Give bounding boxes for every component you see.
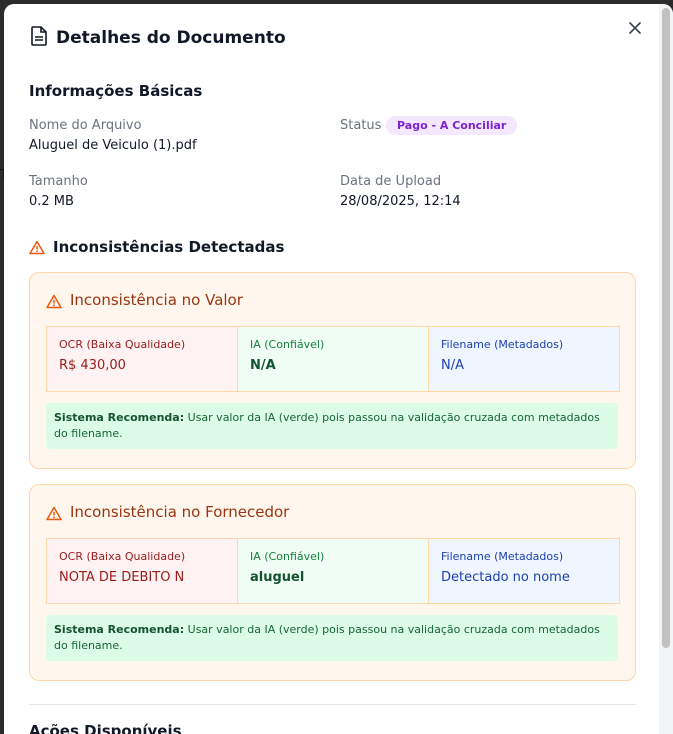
recommendation-prefix: Sistema Recomenda: bbox=[54, 623, 185, 636]
filename-cell[interactable]: Filename (Metadados) Detectado no nome bbox=[429, 539, 619, 603]
modal-title: Detalhes do Documento bbox=[56, 28, 286, 48]
filename-meta-label: Filename (Metadados) bbox=[441, 550, 564, 563]
modal-header: Detalhes do Documento bbox=[30, 26, 286, 50]
status-badge: Pago - A Conciliar bbox=[386, 116, 518, 135]
ocr-cell[interactable]: OCR (Baixa Qualidade) R$ 430,00 bbox=[47, 327, 238, 391]
close-icon[interactable] bbox=[628, 21, 642, 35]
ia-cell[interactable]: IA (Confiável) N/A bbox=[238, 327, 429, 391]
ia-cell[interactable]: IA (Confiável) aluguel bbox=[238, 539, 429, 603]
ia-label: IA (Confiável) bbox=[250, 338, 325, 351]
ia-value: N/A bbox=[250, 358, 276, 373]
status-label: Status bbox=[340, 118, 382, 133]
ia-label: IA (Confiável) bbox=[250, 550, 325, 563]
warning-icon bbox=[46, 506, 62, 525]
inconsistency-card-supplier: Inconsistência no Fornecedor OCR (Baixa … bbox=[29, 484, 636, 681]
basic-info-title: Informações Básicas bbox=[29, 82, 203, 100]
actions-title: Ações Disponíveis bbox=[29, 722, 182, 734]
filename-meta-value: Detectado no nome bbox=[441, 570, 570, 585]
close-button[interactable] bbox=[628, 20, 644, 36]
system-recommendation: Sistema Recomenda: Usar valor da IA (ver… bbox=[46, 615, 618, 661]
recommendation-prefix: Sistema Recomenda: bbox=[54, 411, 185, 424]
scrollbar[interactable] bbox=[659, 4, 673, 734]
upload-date-label: Data de Upload bbox=[340, 174, 442, 189]
filename-meta-value: N/A bbox=[441, 358, 464, 373]
section-divider bbox=[29, 704, 636, 705]
ocr-cell[interactable]: OCR (Baixa Qualidade) NOTA DE DEBITO N bbox=[47, 539, 238, 603]
ocr-value: R$ 430,00 bbox=[59, 358, 126, 373]
inconsistency-title: Inconsistência no Fornecedor bbox=[70, 503, 290, 521]
inconsistency-title: Inconsistência no Valor bbox=[70, 291, 243, 309]
comparison-grid: OCR (Baixa Qualidade) R$ 430,00 IA (Conf… bbox=[46, 326, 620, 392]
upload-date-value: 28/08/2025, 12:14 bbox=[340, 194, 461, 209]
ocr-label: OCR (Baixa Qualidade) bbox=[59, 338, 186, 351]
system-recommendation: Sistema Recomenda: Usar valor da IA (ver… bbox=[46, 403, 618, 449]
size-value: 0.2 MB bbox=[29, 194, 74, 209]
inconsistency-card-value: Inconsistência no Valor OCR (Baixa Quali… bbox=[29, 272, 636, 469]
ia-value: aluguel bbox=[250, 570, 305, 585]
inconsistencies-title: Inconsistências Detectadas bbox=[53, 238, 285, 256]
warning-icon bbox=[46, 294, 62, 313]
document-details-modal: Detalhes do Documento Informações Básica… bbox=[4, 4, 673, 734]
filename-meta-label: Filename (Metadados) bbox=[441, 338, 564, 351]
ocr-value: NOTA DE DEBITO N bbox=[59, 570, 185, 585]
scrollbar-thumb[interactable] bbox=[662, 8, 670, 648]
filename-cell[interactable]: Filename (Metadados) N/A bbox=[429, 327, 619, 391]
document-icon bbox=[30, 26, 48, 50]
size-label: Tamanho bbox=[29, 174, 88, 189]
filename-label: Nome do Arquivo bbox=[29, 118, 142, 133]
comparison-grid: OCR (Baixa Qualidade) NOTA DE DEBITO N I… bbox=[46, 538, 620, 604]
warning-icon bbox=[29, 240, 45, 259]
ocr-label: OCR (Baixa Qualidade) bbox=[59, 550, 186, 563]
filename-value: Aluguel de Veiculo (1).pdf bbox=[29, 138, 197, 153]
